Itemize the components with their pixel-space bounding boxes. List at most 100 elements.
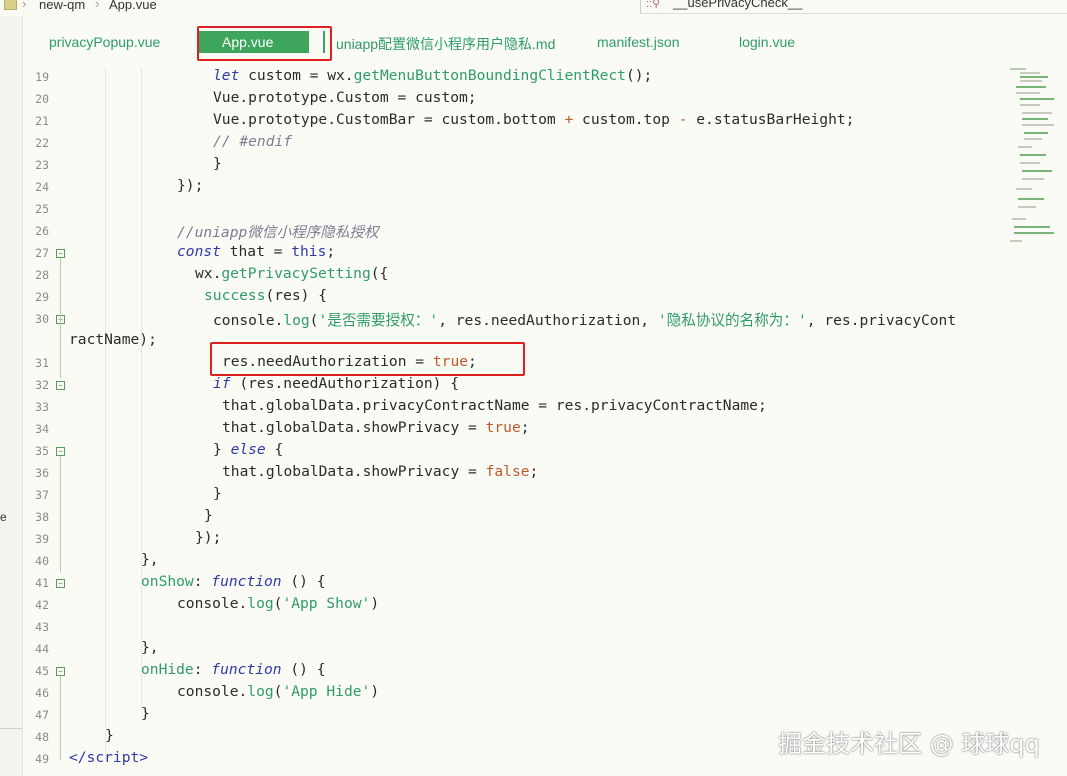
minimap[interactable] — [1008, 66, 1056, 246]
tab-login[interactable]: login.vue — [739, 34, 795, 50]
panel-divider — [0, 728, 22, 729]
minimap-line — [1022, 124, 1054, 126]
line-number: 46 — [35, 686, 49, 700]
fold-line — [60, 456, 61, 572]
fold-marker[interactable]: − — [56, 447, 65, 456]
line-number: 38 — [35, 510, 49, 524]
breadcrumb-file[interactable]: App.vue — [109, 0, 157, 12]
code-line-21: Vue.prototype.CustomBar = custom.bottom … — [213, 111, 855, 128]
code-line-48: } — [105, 727, 114, 744]
minimap-line — [1020, 104, 1040, 106]
code-line-36: that.globalData.showPrivacy = false; — [222, 463, 539, 480]
line-number: 31 — [35, 356, 49, 370]
tab-uniapp-md[interactable]: uniapp配置微信小程序用户隐私.md — [336, 34, 555, 54]
code-line-24: }); — [177, 177, 204, 194]
minimap-line — [1010, 68, 1026, 70]
line-number: 29 — [35, 290, 49, 304]
code-line-34: that.globalData.showPrivacy = true; — [222, 419, 530, 436]
code-line-35: } else { — [213, 441, 284, 458]
search-icon: ::⚲ — [646, 0, 661, 10]
code-line-30: console.log('是否需要授权：', res.needAuthoriza… — [213, 312, 957, 329]
find-query: __usePrivacyCheck__ — [673, 0, 803, 10]
code-line-38: } — [204, 507, 213, 524]
line-number: 19 — [35, 70, 49, 84]
minimap-line — [1020, 162, 1040, 164]
tab-manifest[interactable]: manifest.json — [597, 34, 679, 50]
code-line-42: console.log('App Show') — [177, 595, 380, 612]
line-number: 49 — [35, 752, 49, 766]
code-line-49: </script> — [69, 749, 149, 766]
minimap-line — [1010, 240, 1022, 242]
minimap-line — [1020, 98, 1054, 100]
minimap-line — [1022, 170, 1052, 172]
code-line-30-wrap: ractName); — [69, 331, 157, 348]
highlight-box-tab — [197, 26, 332, 61]
code-line-27: const that = this; — [177, 243, 336, 260]
minimap-line — [1016, 188, 1032, 190]
code-line-26: //uniapp微信小程序隐私授权 — [177, 224, 379, 241]
fold-line — [60, 676, 61, 760]
line-number: 30 — [35, 312, 49, 326]
fold-marker[interactable]: − — [56, 381, 65, 390]
line-number: 24 — [35, 180, 49, 194]
tab-privacypopup[interactable]: privacyPopup.vue — [49, 34, 160, 50]
indent-guide — [105, 68, 106, 760]
app-icon — [4, 0, 17, 10]
line-number: 23 — [35, 158, 49, 172]
code-editor[interactable]: 19 20 21 22 23 24 25 26 27 28 29 30 31 32 33 34 35 36 37 38… — [22, 66, 1007, 776]
fold-marker[interactable]: − — [56, 579, 65, 588]
fold-marker[interactable]: − — [56, 667, 65, 676]
project-panel: e — [0, 16, 23, 776]
code-line-46: console.log('App Hide') — [177, 683, 380, 700]
line-number: 21 — [35, 114, 49, 128]
line-number: 28 — [35, 268, 49, 282]
minimap-line — [1020, 76, 1048, 78]
minimap-line — [1014, 226, 1050, 228]
line-number: 41 — [35, 576, 49, 590]
breadcrumb-project[interactable]: new-qm — [39, 0, 85, 12]
line-number: 44 — [35, 642, 49, 656]
line-number: 42 — [35, 598, 49, 612]
line-number: 39 — [35, 532, 49, 546]
line-number: 20 — [35, 92, 49, 106]
code-line-44: }, — [141, 639, 159, 656]
code-line-29: success(res) { — [204, 287, 328, 304]
code-line-28: wx.getPrivacySetting({ — [195, 265, 389, 282]
panel-text-fragment: e — [0, 510, 7, 524]
minimap-line — [1024, 138, 1042, 140]
minimap-line — [1022, 118, 1048, 120]
minimap-line — [1018, 206, 1036, 208]
line-number: 48 — [35, 730, 49, 744]
chevron-right-icon: › — [95, 0, 100, 11]
minimap-line — [1024, 132, 1048, 134]
line-number: 32 — [35, 378, 49, 392]
indent-guide — [141, 68, 142, 708]
line-number: 40 — [35, 554, 49, 568]
line-number: 34 — [35, 422, 49, 436]
breadcrumb-bar: › new-qm › App.vue ::⚲ __usePrivacyCheck… — [0, 0, 1067, 16]
line-number: 22 — [35, 136, 49, 150]
minimap-line — [1020, 154, 1046, 156]
line-number: 25 — [35, 202, 49, 216]
minimap-line — [1022, 178, 1044, 180]
code-line-32: if (res.needAuthorization) { — [213, 375, 460, 392]
line-number: 26 — [35, 224, 49, 238]
watermark: 掘金技术社区 @ 球球qq — [778, 730, 1040, 758]
line-number: 36 — [35, 466, 49, 480]
line-number: 37 — [35, 488, 49, 502]
fold-marker[interactable]: − — [56, 249, 65, 258]
fold-line — [60, 258, 61, 378]
minimap-line — [1016, 92, 1040, 94]
code-line-39: }); — [195, 529, 222, 546]
chevron-right-icon: › — [22, 0, 27, 11]
minimap-line — [1012, 218, 1026, 220]
code-line-20: Vue.prototype.Custom = custom; — [213, 89, 477, 106]
line-number: 27 — [35, 246, 49, 260]
line-number: 45 — [35, 664, 49, 678]
highlight-box-code — [210, 342, 525, 376]
code-line-40: }, — [141, 551, 159, 568]
code-line-41: onShow: function () { — [141, 573, 326, 590]
code-line-37: } — [213, 485, 222, 502]
find-input[interactable]: ::⚲ __usePrivacyCheck__ — [640, 0, 1067, 14]
code-line-22: // #endif — [213, 133, 293, 150]
